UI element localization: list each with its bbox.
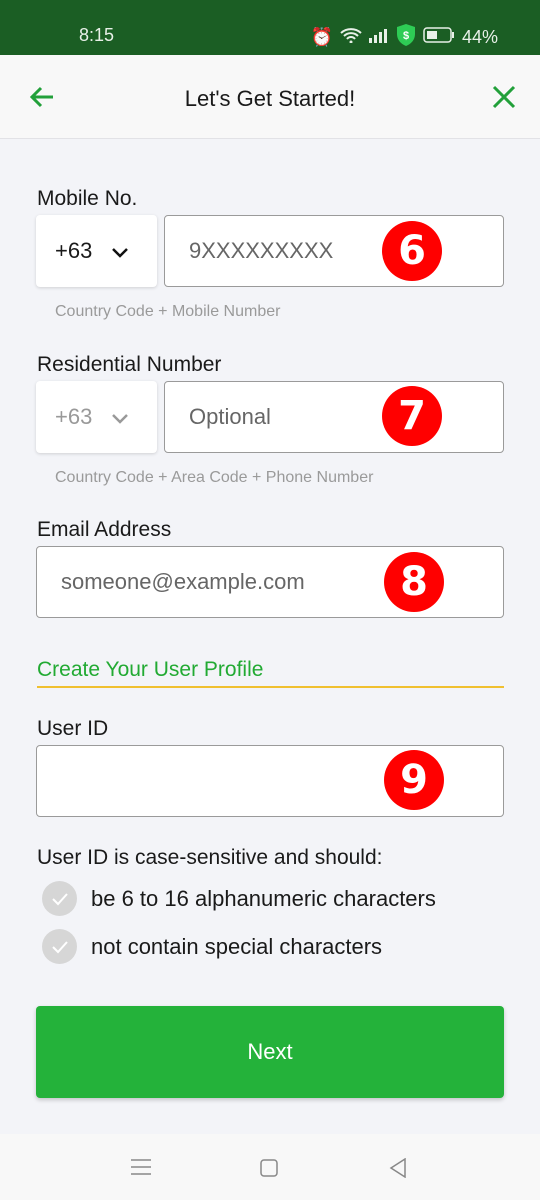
check-icon [42, 881, 77, 916]
chevron-down-icon [112, 238, 129, 264]
mobile-country-code-select[interactable]: +63 [36, 215, 157, 287]
battery-percent: 44% [461, 27, 498, 47]
residential-input[interactable]: Optional [164, 381, 504, 453]
shield-dollar-icon: $ [396, 24, 416, 51]
mobile-input[interactable]: 9XXXXXXXXX [164, 215, 504, 287]
alarm-icon: ⏰ [310, 27, 333, 47]
rule-item: be 6 to 16 alphanumeric characters [42, 881, 436, 916]
rule-item: not contain special characters [42, 929, 382, 964]
mobile-hint: Country Code + Mobile Number [55, 303, 281, 320]
residential-label: Residential Number [37, 353, 222, 376]
mobile-label: Mobile No. [37, 187, 138, 210]
rule-text: not contain special characters [91, 933, 383, 959]
chevron-down-icon [112, 404, 129, 430]
home-icon[interactable] [260, 1159, 278, 1182]
signal-icon [368, 27, 389, 48]
user-id-label: User ID [37, 717, 109, 740]
step-badge: 6 [382, 221, 442, 281]
wifi-icon [340, 27, 362, 48]
country-code-value: +63 [55, 238, 93, 263]
step-badge: 7 [382, 386, 442, 446]
mobile-placeholder: 9XXXXXXXXX [189, 238, 334, 263]
step-badge: 8 [384, 552, 444, 612]
next-button[interactable]: Next [36, 1006, 504, 1098]
status-time: 8:15 [79, 25, 115, 45]
rules-intro: User ID is case-sensitive and should: [37, 846, 383, 869]
system-nav-bar [0, 1134, 540, 1200]
step-badge: 9 [384, 750, 444, 810]
rule-text: be 6 to 16 alphanumeric characters [91, 885, 436, 911]
residential-hint: Country Code + Area Code + Phone Number [55, 469, 374, 486]
page-title: Let's Get Started! [184, 86, 356, 111]
email-placeholder: someone@example.com [61, 569, 305, 594]
section-title: Create Your User Profile [37, 658, 504, 688]
close-icon[interactable] [492, 85, 516, 114]
status-bar: 8:15 ⏰ $ 44% [0, 0, 540, 55]
svg-text:$: $ [403, 30, 409, 42]
back-icon[interactable] [389, 1157, 407, 1183]
email-label: Email Address [37, 518, 172, 541]
residential-placeholder: Optional [189, 404, 271, 429]
country-code-value: +63 [55, 404, 93, 429]
header: Let's Get Started! [0, 55, 540, 139]
residential-country-code-select[interactable]: +63 [36, 381, 157, 453]
battery-icon [423, 27, 455, 48]
check-icon [42, 929, 77, 964]
menu-icon[interactable] [131, 1159, 151, 1180]
